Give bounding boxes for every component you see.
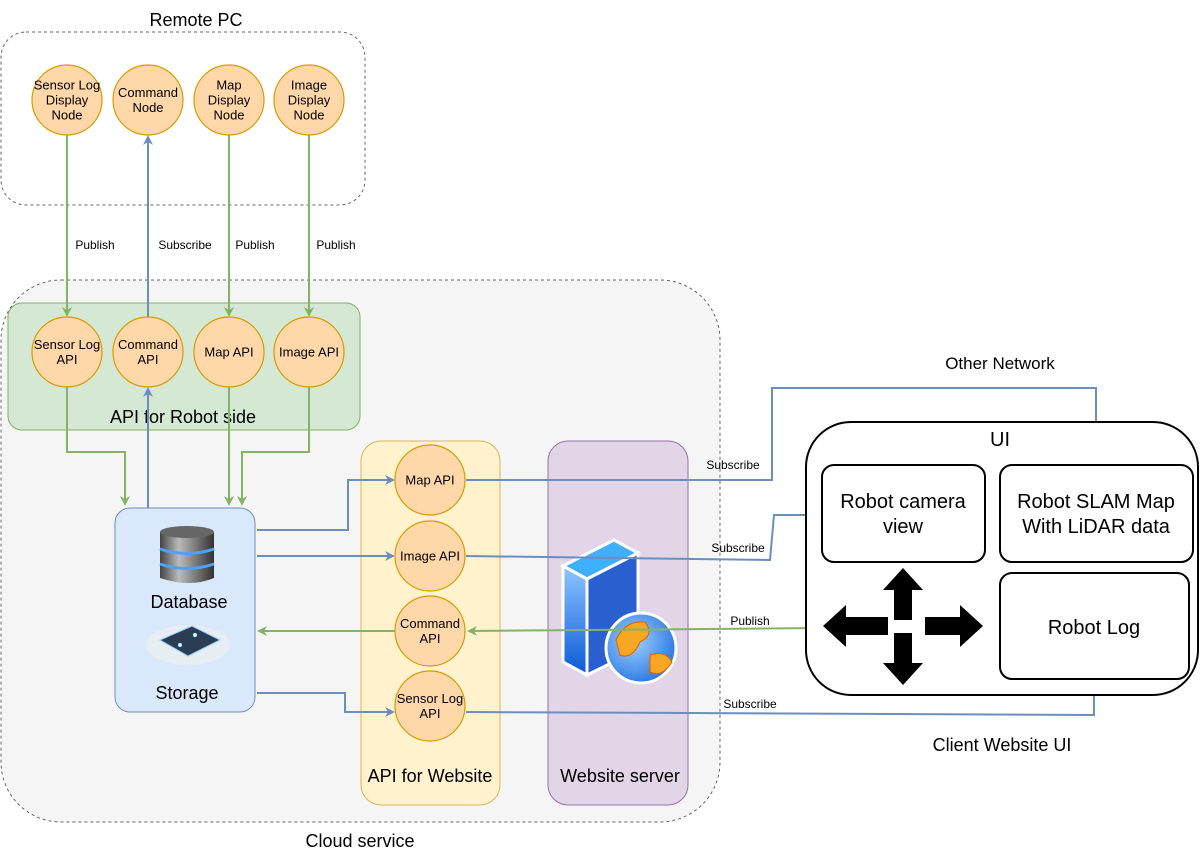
website-api-node-label: Command (400, 616, 460, 631)
remote-node-label: Node (293, 108, 324, 123)
edge-label-subscribe: Subscribe (706, 458, 760, 472)
slam-map-label: With LiDAR data (1022, 516, 1171, 538)
edge-label-subscribe: Subscribe (723, 697, 777, 711)
cloud-storage-icon (146, 625, 230, 665)
website-api-node-label: Image API (400, 549, 460, 564)
remote-node: CommandNode (112, 64, 184, 136)
remote-node-label: Display (46, 93, 89, 108)
remote-node-label: Display (288, 93, 331, 108)
website-api-node: CommandAPI (394, 595, 466, 667)
remote-node: MapDisplayNode (193, 64, 265, 136)
website-server-title: Website server (560, 766, 680, 786)
robot-api-node-label: API (57, 352, 78, 367)
remote-node-label: Node (132, 100, 163, 115)
edge-label-publish: Publish (75, 238, 114, 252)
storage-label: Storage (155, 683, 218, 703)
remote-node-label: Node (213, 108, 244, 123)
website-api-node-label: API (420, 706, 441, 721)
edge-label-subscribe: Subscribe (158, 238, 212, 252)
remote-node-label: Sensor Log (34, 78, 101, 93)
remote-pc-title: Remote PC (149, 10, 242, 30)
camera-view-label: view (883, 516, 924, 538)
client-ui: UI Robot camera view Robot SLAM Map With… (805, 421, 1199, 755)
robot-api-group-title: API for Robot side (110, 407, 256, 427)
robot-api-node-label: Command (118, 337, 178, 352)
remote-node: Sensor LogDisplayNode (31, 64, 103, 136)
website-api-node-label: Map API (405, 473, 454, 488)
remote-node-label: Map (216, 78, 241, 93)
remote-node-label: Display (208, 93, 251, 108)
website-api-node: Sensor LogAPI (394, 670, 466, 742)
edge-label-subscribe: Subscribe (711, 541, 765, 555)
edge-label-publish: Publish (316, 238, 355, 252)
robot-api-node-label: Sensor Log (34, 337, 101, 352)
slam-map-panel (999, 464, 1194, 563)
database-icon (159, 526, 215, 583)
client-ui-caption: Client Website UI (933, 735, 1072, 755)
website-api-node-label: API (420, 631, 441, 646)
storage-box: Database Storage (114, 507, 256, 713)
architecture-diagram: Remote PC Cloud service API for Robot si… (0, 10, 1199, 851)
remote-node: ImageDisplayNode (273, 64, 345, 136)
camera-view-panel (821, 464, 986, 563)
robot-api-node-label: API (138, 352, 159, 367)
robot-api-node-label: Map API (204, 345, 253, 360)
camera-view-label: Robot camera (840, 491, 966, 513)
remote-node-label: Node (51, 108, 82, 123)
robot-log-label: Robot Log (1048, 617, 1140, 639)
other-network-label: Other Network (945, 354, 1055, 373)
robot-api-node-label: Image API (279, 345, 339, 360)
cloud-service-title: Cloud service (305, 831, 414, 851)
remote-node-label: Image (291, 78, 327, 93)
remote-node-label: Command (118, 85, 178, 100)
slam-map-label: Robot SLAM Map (1017, 491, 1175, 513)
edge-label-publish: Publish (235, 238, 274, 252)
edge-label-publish: Publish (730, 614, 769, 628)
database-label: Database (150, 592, 227, 612)
website-api-node-label: Sensor Log (397, 691, 464, 706)
robot-api-node: Map API (193, 316, 265, 388)
robot-api-node: Image API (273, 316, 345, 388)
website-api-node: Map API (394, 444, 466, 516)
robot-api-node: CommandAPI (112, 316, 184, 388)
website-api-group-title: API for Website (368, 766, 493, 786)
ui-title: UI (990, 429, 1010, 451)
robot-api-node: Sensor LogAPI (31, 316, 103, 388)
website-api-node: Image API (394, 520, 466, 592)
